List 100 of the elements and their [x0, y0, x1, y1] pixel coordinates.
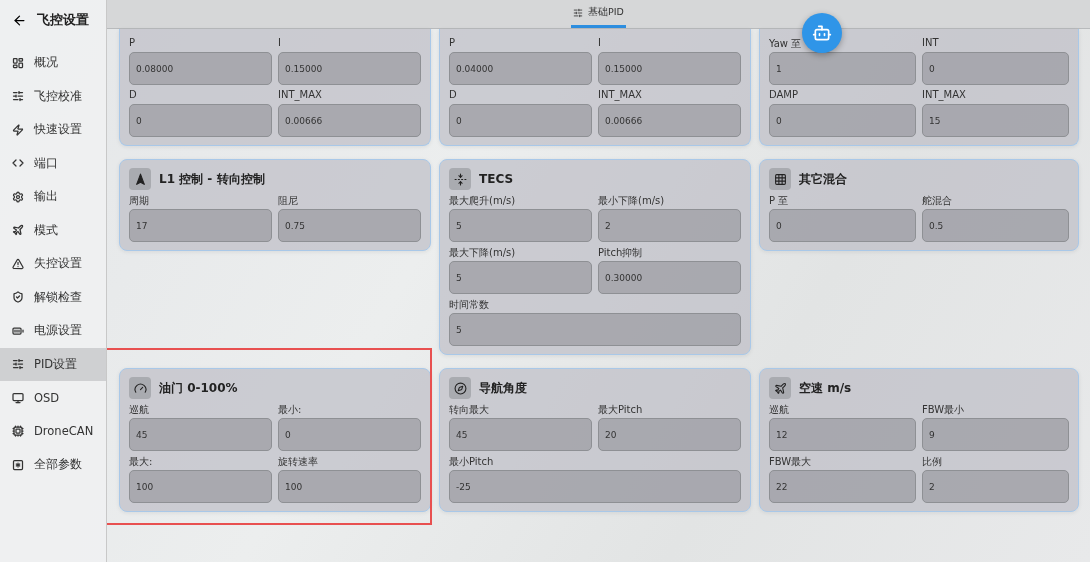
sidebar-item[interactable]: OSD [0, 381, 106, 415]
chip-icon [12, 425, 24, 438]
input-field[interactable]: 100 [278, 470, 421, 503]
sidebar-title: 飞控设置 [37, 11, 89, 29]
field-label: INT [922, 37, 940, 50]
field-label: DAMP [769, 89, 800, 102]
input-field[interactable]: 0.08000 [129, 52, 272, 85]
field-label: D [449, 89, 458, 102]
sliders-icon [573, 7, 584, 18]
monitor-icon [12, 391, 24, 404]
input-field[interactable]: 22 [769, 470, 916, 503]
input-field[interactable]: 15 [922, 104, 1069, 137]
input-field[interactable]: 5 [449, 261, 592, 294]
sliders-icon [12, 90, 24, 103]
sidebar-item[interactable]: 模式 [0, 213, 106, 247]
input-field[interactable]: 0.15000 [598, 52, 741, 85]
battery-icon [12, 324, 24, 337]
input-field[interactable]: 100 [129, 470, 272, 503]
back-icon[interactable] [12, 12, 27, 28]
gauge-icon [129, 377, 151, 399]
field-label: 旋转速率 [278, 455, 319, 468]
robot-icon [812, 23, 832, 43]
input-field[interactable]: 5 [449, 209, 592, 242]
field-label: Yaw 至 [769, 37, 803, 50]
input-field[interactable]: 0 [922, 52, 1069, 85]
sidebar-item[interactable]: 飞控校准 [0, 79, 106, 113]
input-field[interactable]: 20 [598, 418, 741, 451]
field-label: INT_MAX [922, 89, 967, 102]
sidebar-item[interactable]: DroneCAN [0, 414, 106, 448]
sidebar-item[interactable]: 快速设置 [0, 113, 106, 147]
field-label: P [129, 37, 137, 50]
lightning-icon [12, 123, 24, 136]
input-field[interactable]: 45 [129, 418, 272, 451]
field-label: 巡航 [769, 403, 790, 416]
input-field[interactable]: 9 [922, 418, 1069, 451]
warning-icon [12, 257, 24, 270]
input-field[interactable]: 1 [769, 52, 916, 85]
field-label: 最大Pitch [598, 403, 644, 416]
field-label: D [129, 89, 138, 102]
field-label: INT_MAX [278, 89, 323, 102]
input-field[interactable]: 2 [922, 470, 1069, 503]
gear-square-icon [12, 458, 24, 471]
input-field[interactable]: 0 [449, 104, 592, 137]
field-label: 周期 [129, 194, 150, 207]
input-field[interactable]: 0.00666 [598, 104, 741, 137]
card-title: 导航角度 [479, 379, 527, 397]
sidebar-item[interactable]: 概况 [0, 46, 106, 80]
input-field[interactable]: 0 [769, 209, 916, 242]
input-field[interactable]: 0.75 [278, 209, 421, 242]
sidebar-item[interactable]: 失控设置 [0, 247, 106, 281]
input-field[interactable]: 0.30000 [598, 261, 741, 294]
input-field[interactable]: 2 [598, 209, 741, 242]
sidebar-item[interactable]: 全部参数 [0, 448, 106, 482]
field-label: INT_MAX [598, 89, 643, 102]
vertical-align-icon [449, 168, 471, 190]
input-field[interactable]: 12 [769, 418, 916, 451]
input-field[interactable]: 0.00666 [278, 104, 421, 137]
shield-check-icon [12, 291, 24, 304]
grid-icon [769, 168, 791, 190]
input-field[interactable]: 0.5 [922, 209, 1069, 242]
field-label: Pitch抑制 [598, 246, 644, 259]
sidebar-item[interactable]: 端口 [0, 146, 106, 180]
field-label: 巡航 [129, 403, 150, 416]
plane-icon [12, 224, 24, 237]
field-label: P 至 [769, 194, 790, 207]
field-label: 比例 [922, 455, 943, 468]
input-field[interactable]: 5 [449, 313, 741, 346]
card-title: 油门 0-100% [159, 379, 238, 397]
input-field[interactable]: 0.04000 [449, 52, 592, 85]
field-label: FBW最小 [922, 403, 966, 416]
sidebar-item[interactable]: PID设置 [0, 347, 106, 381]
field-label: 最小: [278, 403, 303, 416]
sidebar-item[interactable]: 解锁检查 [0, 280, 106, 314]
field-label: 阻尼 [278, 194, 299, 207]
gear-icon [12, 190, 24, 203]
field-label: 转向最大 [449, 403, 490, 416]
field-label: 时间常数 [449, 298, 490, 311]
input-field[interactable]: 0 [129, 104, 272, 137]
field-label: 最大爬升(m/s) [449, 194, 517, 207]
sliders-icon [12, 358, 24, 371]
plane-icon [769, 377, 791, 399]
field-label: P [449, 37, 457, 50]
compass-icon [449, 377, 471, 399]
card-title: TECS [479, 172, 514, 186]
input-field[interactable]: 0 [278, 418, 421, 451]
field-label: 最小Pitch [449, 455, 495, 468]
card-title: L1 控制 - 转向控制 [159, 170, 265, 188]
input-field[interactable]: -25 [449, 470, 741, 503]
input-field[interactable]: 17 [129, 209, 272, 242]
card-title: 其它混合 [799, 170, 847, 188]
input-field[interactable]: 45 [449, 418, 592, 451]
sidebar-item[interactable]: 输出 [0, 180, 106, 214]
field-label: I [598, 37, 602, 50]
sidebar-item[interactable]: 电源设置 [0, 314, 106, 348]
field-label: 舵混合 [922, 194, 953, 207]
field-label: 最大下降(m/s) [449, 246, 517, 259]
field-label: I [278, 37, 282, 50]
field-label: 最小下降(m/s) [598, 194, 666, 207]
input-field[interactable]: 0.15000 [278, 52, 421, 85]
input-field[interactable]: 0 [769, 104, 916, 137]
